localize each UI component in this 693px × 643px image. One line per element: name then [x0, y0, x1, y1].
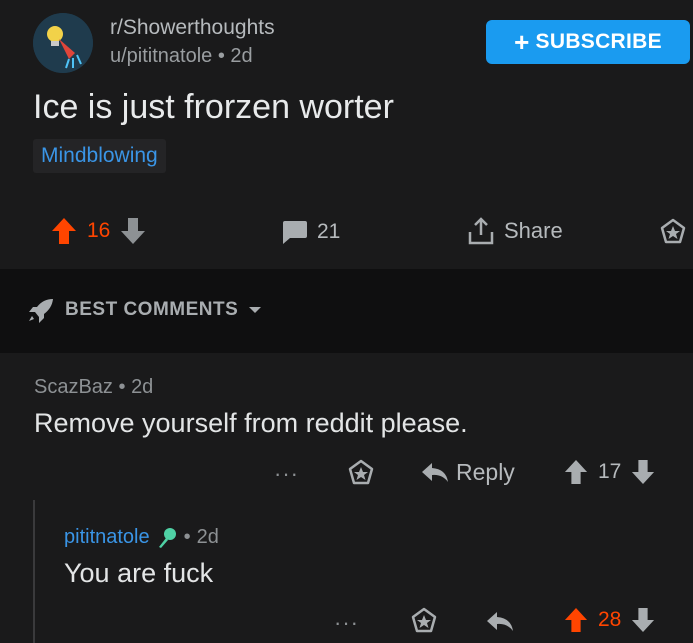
post-age: 2d [230, 45, 253, 67]
reply-arrow-icon [422, 462, 448, 482]
share-button[interactable]: Share [466, 216, 563, 246]
reply-button[interactable]: Reply [420, 459, 515, 486]
upvote-arrow-icon[interactable] [564, 607, 588, 633]
comment-age: 2d [196, 526, 219, 548]
downvote-arrow-icon[interactable] [631, 607, 655, 633]
award-icon [411, 607, 437, 633]
subreddit-name[interactable]: r/Showerthoughts [110, 16, 275, 40]
comment-age: 2d [131, 376, 154, 398]
post-author[interactable]: u/pititnatole [110, 45, 212, 67]
separator-dot: • [118, 376, 132, 398]
subscribe-button[interactable]: + SUBSCRIBE [486, 20, 690, 64]
reply-arrow-icon [487, 612, 513, 631]
subscribe-label: SUBSCRIBE [535, 30, 662, 53]
microphone-icon [158, 527, 176, 548]
subreddit-avatar[interactable] [33, 13, 93, 73]
comment-award-button[interactable] [410, 607, 438, 635]
reply-label: Reply [456, 459, 515, 485]
comment-award-button[interactable] [347, 459, 375, 487]
post-score: 16 [87, 219, 111, 242]
post-meta: u/pititnatole • 2d [110, 45, 253, 68]
award-icon [348, 459, 374, 485]
post-vote-controls: 16 [51, 217, 146, 245]
post-flair[interactable]: Mindblowing [33, 139, 166, 173]
post-title: Ice is just frorzen worter [33, 88, 394, 126]
comment-score: 28 [598, 608, 622, 631]
comment-score: 17 [598, 460, 622, 483]
give-award-button[interactable] [659, 218, 687, 246]
sort-dropdown[interactable]: BEST COMMENTS [27, 297, 262, 323]
comment-vote-controls: 28 [564, 607, 655, 633]
upvote-arrow-icon[interactable] [51, 217, 77, 245]
share-label: Share [504, 218, 563, 243]
upvote-arrow-icon[interactable] [564, 459, 588, 485]
more-options-button[interactable]: ··· [334, 610, 359, 636]
comment-vote-controls: 17 [564, 459, 655, 485]
comment-body: You are fuck [64, 558, 214, 588]
separator-dot: • [183, 526, 191, 548]
downvote-arrow-icon[interactable] [631, 459, 655, 485]
thread-line[interactable] [33, 500, 35, 643]
rocket-icon [29, 299, 53, 323]
separator-dot: • [217, 45, 231, 67]
plus-icon: + [514, 27, 530, 57]
comments-button[interactable]: 21 [280, 219, 340, 245]
comment-body: Remove yourself from reddit please. [34, 408, 468, 438]
comment-meta: pititnatole • 2d [64, 526, 219, 549]
comment-bubble-icon [283, 221, 307, 244]
comment-count: 21 [317, 220, 341, 243]
showerhead-lightbulb-icon [33, 13, 93, 73]
award-icon [660, 218, 686, 244]
reply-button[interactable] [485, 609, 515, 635]
downvote-arrow-icon[interactable] [120, 217, 146, 245]
comment-meta: ScazBaz • 2d [34, 376, 153, 399]
caret-down-icon [249, 307, 262, 313]
comment-author[interactable]: ScazBaz [34, 376, 113, 398]
more-options-button[interactable]: ··· [274, 461, 299, 487]
comment-author[interactable]: pititnatole [64, 526, 150, 549]
sort-label: BEST COMMENTS [65, 299, 239, 320]
share-icon [468, 217, 494, 245]
